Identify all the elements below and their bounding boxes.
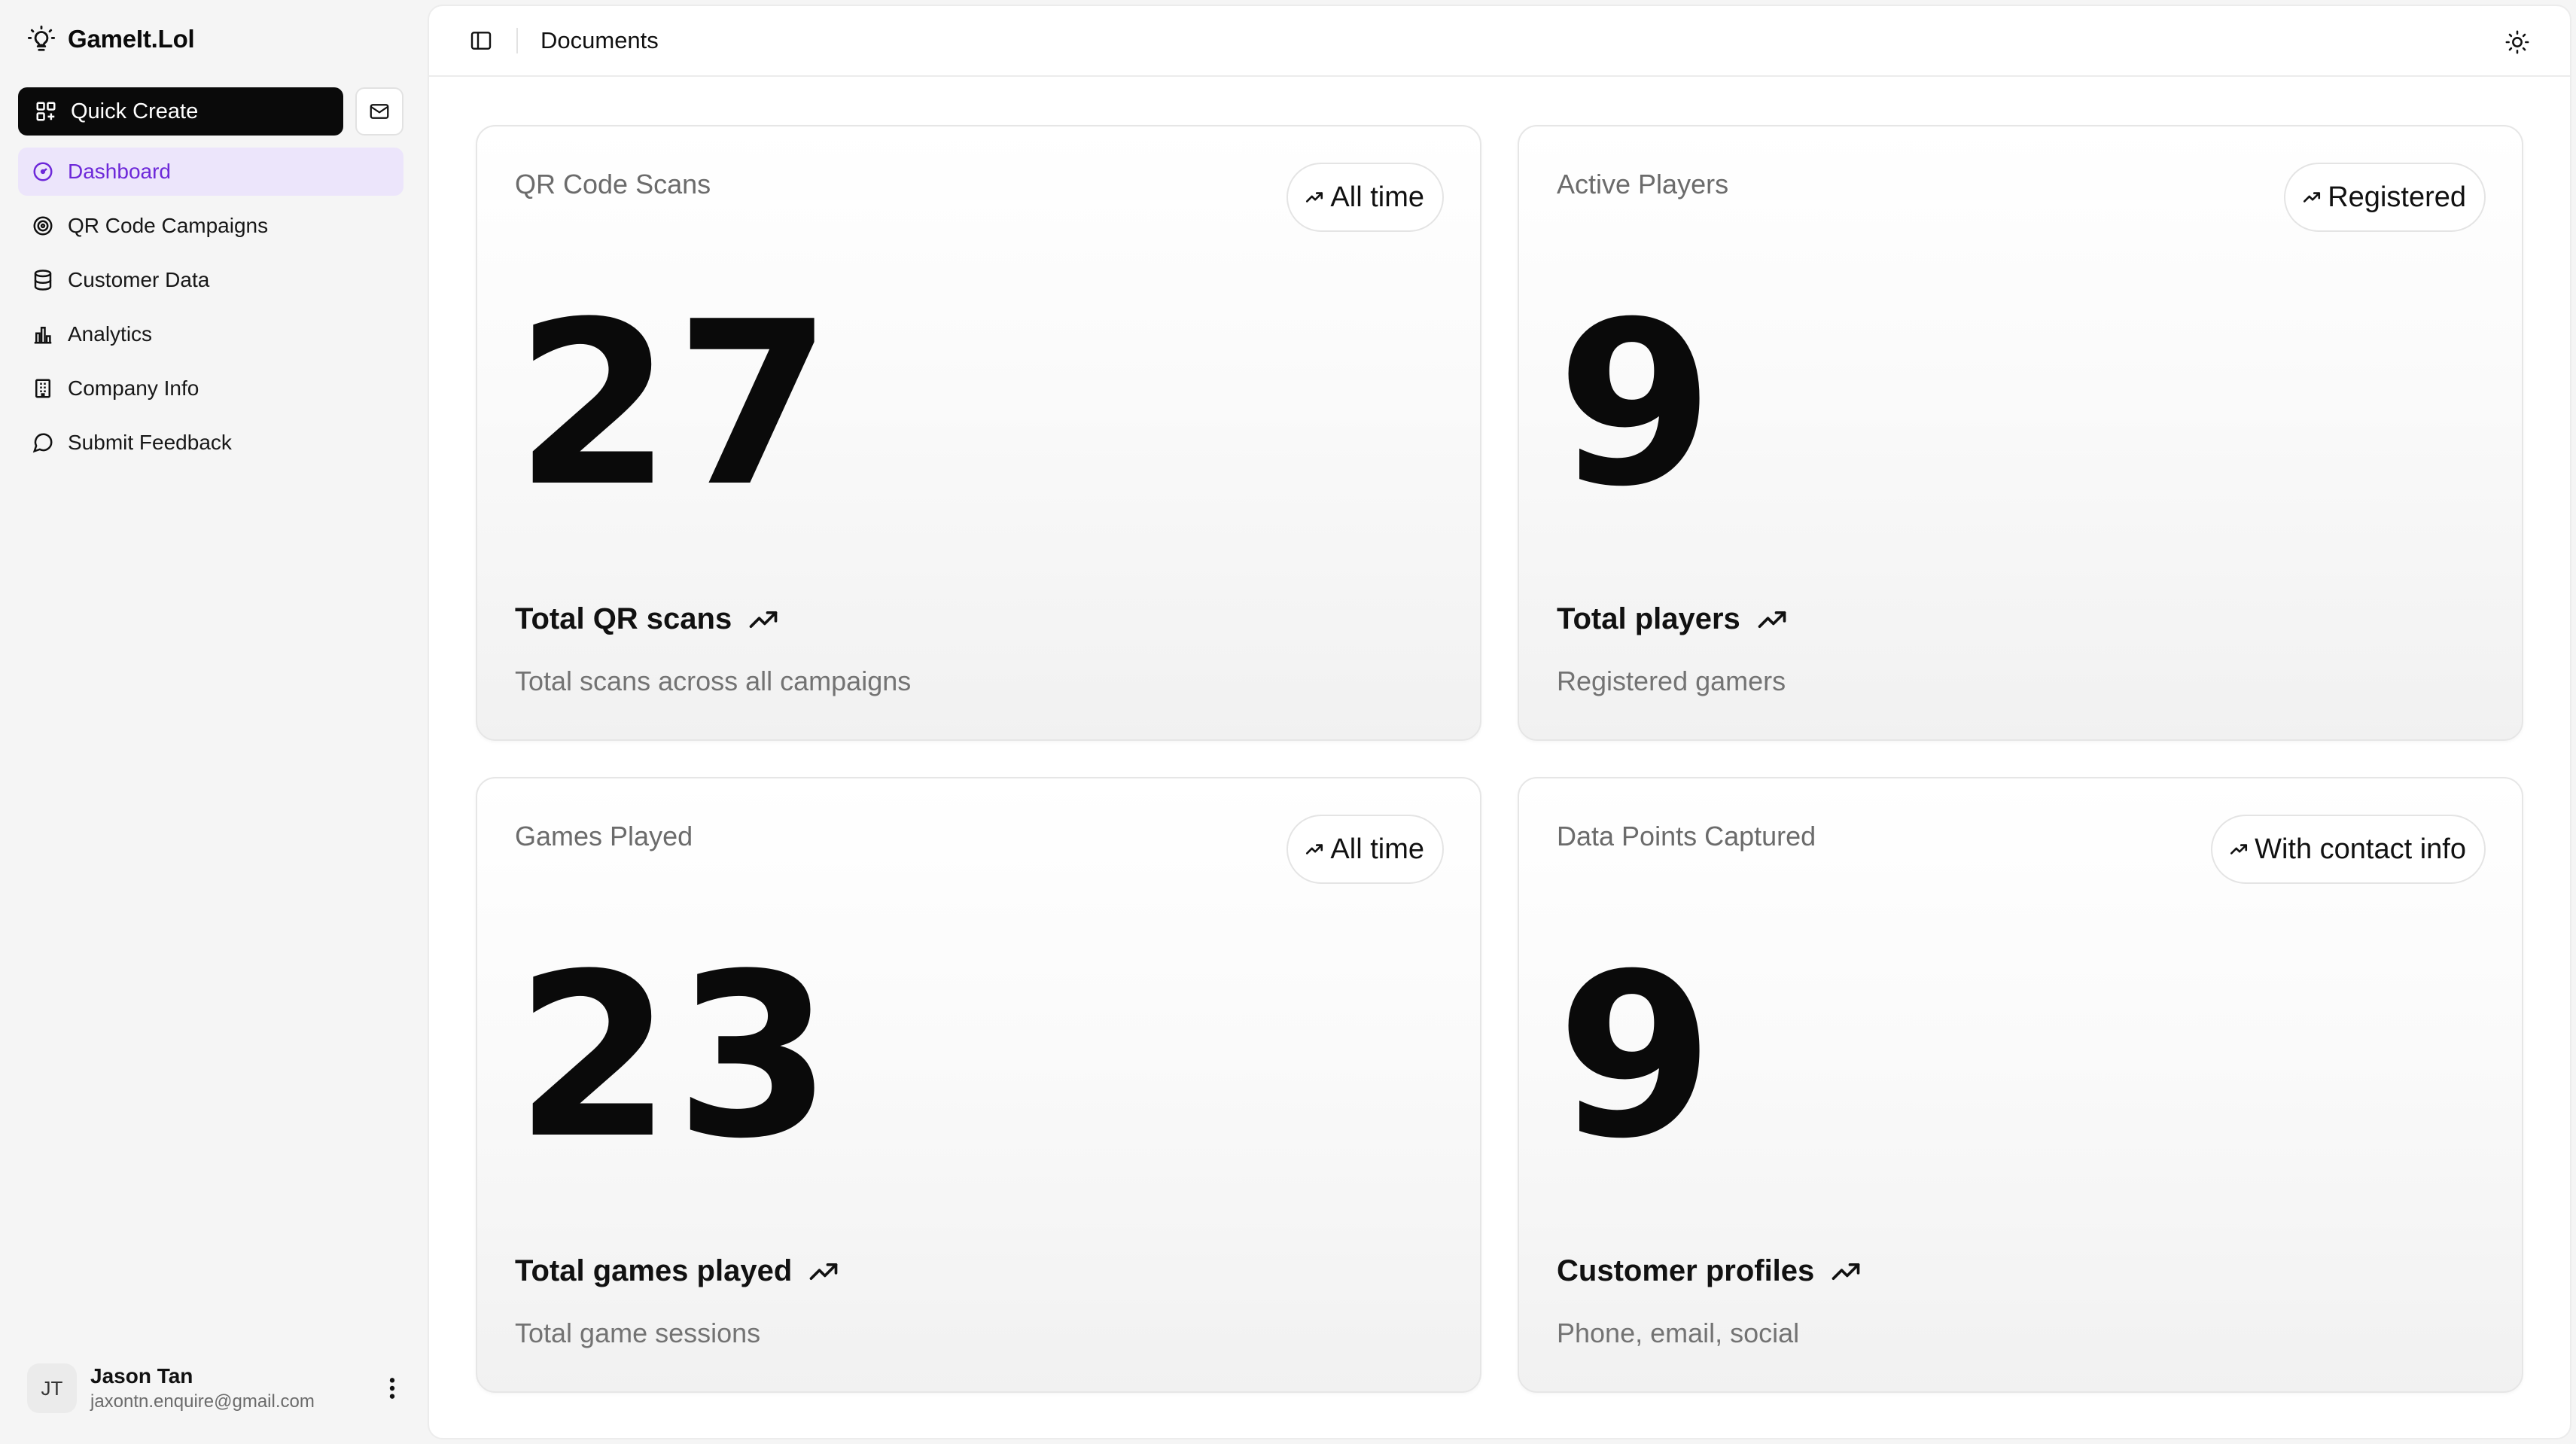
sidebar-item-label: Company Info bbox=[68, 376, 199, 400]
card-description: Total game sessions bbox=[515, 1318, 761, 1348]
sidebar-item-qr-code-campaigns[interactable]: QR Code Campaigns bbox=[18, 202, 403, 250]
card-description: Registered gamers bbox=[1557, 666, 1786, 696]
top-bar: Documents bbox=[429, 6, 2570, 77]
inbox-button[interactable] bbox=[355, 87, 403, 136]
trending-up-icon bbox=[809, 1263, 838, 1280]
card-label: Games Played bbox=[515, 821, 693, 851]
card-title: Total QR scans bbox=[515, 602, 780, 636]
user-info: Jason Tan jaxontn.enquire@gmail.com bbox=[90, 1364, 367, 1412]
card-badge-label: All time bbox=[1330, 181, 1424, 213]
header-divider bbox=[516, 28, 518, 53]
stat-card-data-points: Data Points Captured With contact info 9… bbox=[1518, 777, 2523, 1393]
trending-up-icon bbox=[749, 611, 778, 628]
card-label: Active Players bbox=[1557, 169, 1729, 200]
panel-left-icon bbox=[470, 32, 492, 50]
user-menu[interactable]: JT Jason Tan jaxontn.enquire@gmail.com bbox=[27, 1361, 403, 1415]
card-badge-label: All time bbox=[1330, 833, 1424, 865]
more-vertical-icon bbox=[389, 1378, 395, 1399]
card-title-text: Customer profiles bbox=[1557, 1254, 1815, 1287]
target-icon bbox=[33, 216, 53, 236]
card-badge: All time bbox=[1286, 163, 1444, 232]
card-title: Customer profiles bbox=[1557, 1254, 1862, 1288]
stats-grid: QR Code Scans All time 27 Total QR scans… bbox=[476, 125, 2523, 1393]
card-badge-label: With contact info bbox=[2255, 833, 2466, 865]
trending-up-icon bbox=[2230, 844, 2248, 855]
sidebar-item-label: QR Code Campaigns bbox=[68, 214, 269, 237]
sidebar: GameIt.Lol Quick Create Dashboard QR Cod… bbox=[0, 0, 428, 1444]
mail-icon bbox=[370, 104, 389, 119]
sidebar-nav: Dashboard QR Code Campaigns Customer Dat… bbox=[18, 148, 403, 473]
sidebar-item-label: Analytics bbox=[68, 322, 153, 346]
card-value: 27 bbox=[515, 273, 836, 536]
card-label: Data Points Captured bbox=[1557, 821, 1816, 851]
brand[interactable]: GameIt.Lol bbox=[27, 21, 195, 57]
bar-chart-icon bbox=[34, 327, 52, 344]
trending-up-icon bbox=[2303, 192, 2321, 203]
sidebar-item-label: Customer Data bbox=[68, 268, 210, 291]
card-title: Total players bbox=[1557, 602, 1789, 636]
more-options-button[interactable] bbox=[381, 1373, 403, 1403]
sidebar-item-dashboard[interactable]: Dashboard bbox=[18, 148, 403, 196]
stat-card-active-players: Active Players Registered 9 Total player… bbox=[1518, 125, 2523, 741]
sidebar-item-submit-feedback[interactable]: Submit Feedback bbox=[18, 419, 403, 467]
card-value: 23 bbox=[515, 925, 836, 1188]
card-label: QR Code Scans bbox=[515, 169, 711, 200]
card-badge-label: Registered bbox=[2328, 181, 2466, 213]
card-badge: Registered bbox=[2284, 163, 2486, 232]
sidebar-toggle-button[interactable] bbox=[468, 28, 494, 53]
sidebar-item-label: Submit Feedback bbox=[68, 431, 232, 454]
quick-create-label: Quick Create bbox=[71, 99, 199, 123]
brand-name: GameIt.Lol bbox=[68, 25, 195, 53]
card-description: Phone, email, social bbox=[1557, 1318, 1800, 1348]
message-circle-icon bbox=[32, 433, 53, 453]
user-name: Jason Tan bbox=[90, 1364, 193, 1388]
trending-up-icon bbox=[1306, 192, 1323, 203]
quick-create-button[interactable]: Quick Create bbox=[18, 87, 343, 136]
theme-toggle-button[interactable] bbox=[2504, 29, 2531, 56]
stat-card-games-played: Games Played All time 23 Total games pla… bbox=[476, 777, 1481, 1393]
avatar: JT bbox=[27, 1363, 77, 1413]
trending-up-icon bbox=[1758, 611, 1786, 628]
card-value: 9 bbox=[1557, 273, 1717, 536]
card-title-text: Total QR scans bbox=[515, 602, 732, 635]
sidebar-item-analytics[interactable]: Analytics bbox=[18, 310, 403, 358]
trending-up-icon bbox=[1832, 1263, 1860, 1280]
sidebar-item-customer-data[interactable]: Customer Data bbox=[18, 256, 403, 304]
user-email: jaxontn.enquire@gmail.com bbox=[90, 1391, 315, 1412]
sidebar-item-label: Dashboard bbox=[68, 160, 171, 183]
card-badge: All time bbox=[1286, 815, 1444, 884]
card-title-text: Total games played bbox=[515, 1254, 793, 1287]
lightbulb-icon bbox=[27, 25, 56, 51]
page-title: Documents bbox=[540, 27, 659, 53]
card-badge: With contact info bbox=[2211, 815, 2486, 884]
database-icon bbox=[34, 270, 52, 291]
card-description: Total scans across all campaigns bbox=[515, 666, 912, 696]
plus-grid-icon bbox=[36, 102, 56, 121]
sun-icon bbox=[2505, 30, 2529, 54]
stat-card-qr-scans: QR Code Scans All time 27 Total QR scans… bbox=[476, 125, 1481, 741]
building-icon bbox=[35, 379, 50, 398]
card-value: 9 bbox=[1557, 925, 1717, 1188]
quick-actions: Quick Create bbox=[18, 87, 403, 136]
card-title: Total games played bbox=[515, 1254, 840, 1288]
card-title-text: Total players bbox=[1557, 602, 1740, 635]
main-panel: Documents QR Code Scans All time 27 Tota… bbox=[428, 5, 2571, 1439]
dashboard-gauge-icon bbox=[33, 162, 53, 181]
trending-up-icon bbox=[1306, 844, 1323, 855]
sidebar-item-company-info[interactable]: Company Info bbox=[18, 364, 403, 413]
